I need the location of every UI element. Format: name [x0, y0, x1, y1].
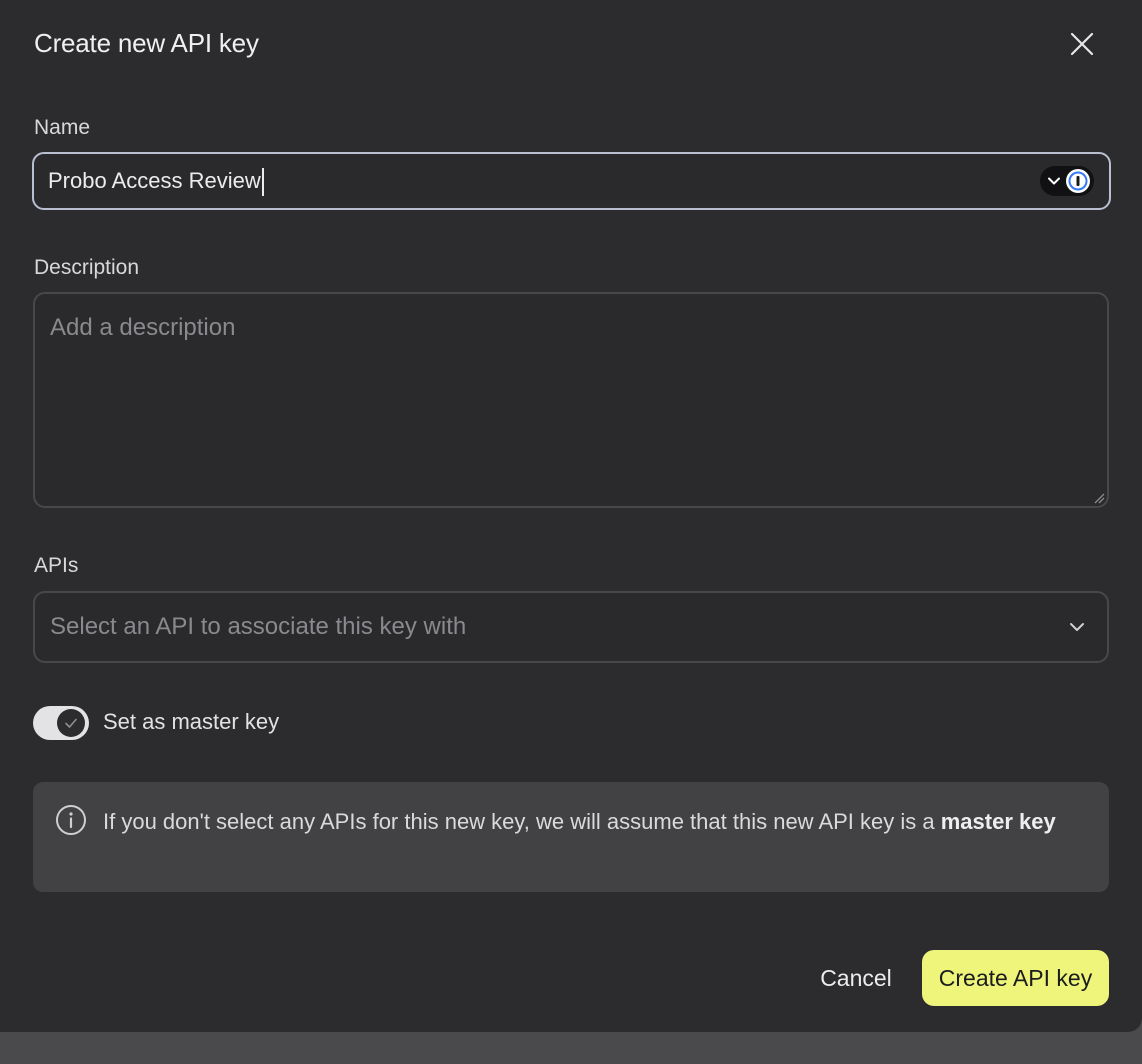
- master-key-toggle[interactable]: [33, 706, 89, 740]
- text-caret: [261, 168, 264, 197]
- description-placeholder: Add a description: [50, 314, 236, 341]
- name-input[interactable]: Probo Access Review: [32, 152, 1111, 210]
- password-manager-icon: [1066, 169, 1090, 193]
- apis-select[interactable]: Select an API to associate this key with: [33, 591, 1109, 663]
- chevron-down-icon: [1070, 623, 1084, 631]
- resize-handle-icon[interactable]: [1093, 492, 1105, 504]
- info-callout: If you don't select any APIs for this ne…: [33, 782, 1109, 892]
- password-manager-button[interactable]: [1040, 166, 1094, 196]
- apis-select-placeholder: Select an API to associate this key with: [50, 613, 467, 640]
- description-textarea[interactable]: Add a description: [33, 292, 1109, 508]
- description-label: Description: [34, 256, 140, 279]
- close-button[interactable]: [1062, 24, 1102, 64]
- apis-label: APIs: [34, 554, 79, 577]
- check-icon: [65, 718, 77, 728]
- master-key-label: Set as master key: [103, 709, 280, 734]
- info-text: If you don't select any APIs for this ne…: [103, 804, 1093, 840]
- cancel-button[interactable]: Cancel: [804, 950, 908, 1006]
- name-label: Name: [34, 116, 91, 139]
- create-api-key-dialog: Create new API key Name Probo Access Rev…: [0, 0, 1142, 1032]
- chevron-down-icon: [1048, 177, 1060, 185]
- dialog-title: Create new API key: [34, 28, 259, 58]
- close-icon: [1070, 32, 1094, 56]
- info-message: If you don't select any APIs for this ne…: [103, 809, 941, 834]
- info-icon: [56, 805, 86, 835]
- toggle-knob: [57, 709, 85, 737]
- info-bold-text: master key: [940, 809, 1056, 834]
- name-input-value: Probo Access Review: [48, 168, 261, 193]
- create-api-key-button[interactable]: Create API key: [922, 950, 1109, 1006]
